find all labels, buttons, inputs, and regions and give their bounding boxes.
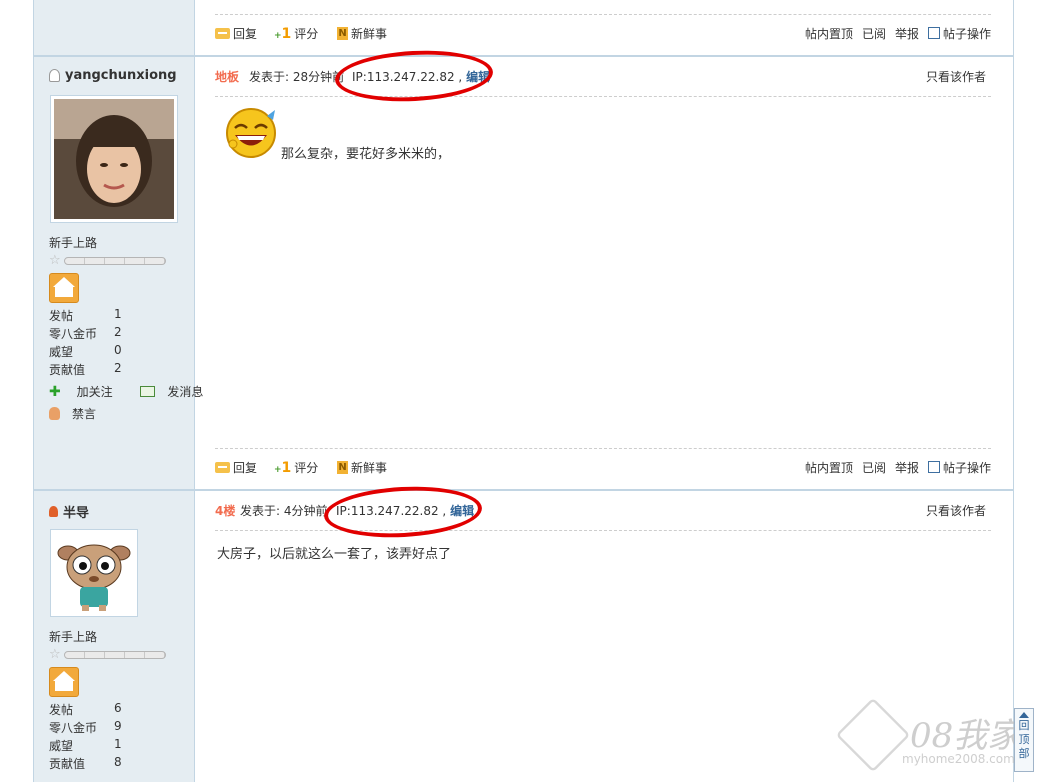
floor-label: 4楼	[215, 504, 236, 518]
report-link[interactable]: 举报	[895, 25, 919, 42]
prev-post-actions: 回复 +1 评分 N 新鲜事 帖内置顶 已阅 举报 帖子操作	[215, 14, 991, 42]
post-ops-checkbox[interactable]: 帖子操作	[927, 459, 991, 476]
news-icon: N	[337, 27, 348, 40]
pin-link[interactable]: 帖内置顶	[805, 459, 853, 476]
plus-one-icon: +1	[274, 459, 292, 476]
checkbox-icon	[927, 461, 940, 473]
only-author-link[interactable]: 只看该作者	[926, 502, 986, 519]
author-sidebar: yangchunxiong 新手上路 ☆ 发帖 1 零八金币 2 威望 0 贡献值	[34, 57, 203, 489]
star-icon: ☆	[49, 647, 61, 662]
reply-button[interactable]: 回复	[215, 459, 257, 476]
user-icon	[49, 506, 58, 517]
stat-row: 零八金币 9	[49, 719, 122, 735]
post-ops-checkbox[interactable]: 帖子操作	[927, 25, 991, 42]
laugh-emoticon-icon	[226, 108, 276, 158]
reply-icon	[215, 462, 230, 473]
checkbox-icon	[927, 27, 940, 39]
home-badge-icon	[49, 273, 79, 303]
stat-row: 威望 1	[49, 737, 122, 753]
floor-label: 地板	[215, 70, 240, 84]
post-time: 发表于: 28分钟前	[249, 70, 345, 84]
news-button[interactable]: N 新鲜事	[337, 459, 387, 476]
rate-button[interactable]: +1 评分	[274, 459, 318, 476]
post-body: 那么复杂，要花好多米米的，	[281, 147, 451, 162]
watermark-brand: 08我家	[910, 716, 1022, 756]
read-link[interactable]: 已阅	[862, 459, 886, 476]
pin-link[interactable]: 帖内置顶	[805, 25, 853, 42]
user-stats: 发帖 6 零八金币 9 威望 1 贡献值 8	[49, 701, 179, 773]
plus-one-icon: +1	[274, 25, 292, 42]
stat-row: 发帖 6	[49, 701, 122, 717]
back-to-top-button[interactable]: 回顶部	[1014, 708, 1034, 772]
rank-bar	[63, 256, 166, 265]
rate-button[interactable]: +1 评分	[274, 25, 318, 42]
hand-icon	[49, 407, 60, 420]
avatar[interactable]	[50, 529, 138, 617]
avatar-photo	[54, 99, 174, 219]
user-rank: 新手上路	[49, 236, 98, 250]
mail-icon	[140, 386, 156, 397]
ban-link[interactable]: 禁言	[49, 405, 108, 422]
star-icon: ☆	[49, 253, 61, 268]
rank-progress: ☆	[49, 253, 166, 268]
rank-progress: ☆	[49, 647, 166, 662]
user-stats: 发帖 1 零八金币 2 威望 0 贡献值 2	[49, 307, 179, 379]
author-sidebar: 半导 新手上路 ☆ 发帖 6 零八金币 9 威望 1 贡献值 8	[34, 491, 195, 782]
home-badge-icon	[49, 667, 79, 697]
user-icon	[49, 69, 60, 82]
thread-board: 回复 +1 评分 N 新鲜事 帖内置顶 已阅 举报 帖子操作 yangchunxio…	[33, 0, 1014, 782]
only-author-link[interactable]: 只看该作者	[926, 68, 986, 85]
news-button[interactable]: N 新鲜事	[337, 25, 387, 42]
stat-row: 贡献值 2	[49, 361, 122, 377]
news-icon: N	[337, 461, 348, 474]
post-admin-links: 帖内置顶 已阅 举报 帖子操作	[805, 459, 991, 476]
avatar-cartoon	[54, 533, 134, 613]
prev-post-sidebar	[34, 0, 195, 55]
plus-icon: ✚	[49, 384, 61, 400]
read-link[interactable]: 已阅	[862, 25, 886, 42]
post-actions: 回复 +1 评分 N 新鲜事 帖内置顶 已阅 举报 帖子操作	[215, 448, 991, 476]
post-content: 地板 发表于: 28分钟前 IP:113.247.22.82 , 编辑 只看该作…	[195, 57, 1013, 489]
watermark-url: myhome2008.com	[902, 752, 1015, 766]
prev-post-content: 回复 +1 评分 N 新鲜事 帖内置顶 已阅 举报 帖子操作	[195, 0, 1013, 55]
stat-row: 发帖 1	[49, 307, 122, 323]
reply-button[interactable]: 回复	[215, 25, 257, 42]
post-body: 大房子，以后就这么一套了，该弄好点了	[217, 547, 452, 562]
author-name[interactable]: 半导	[49, 502, 89, 521]
stat-row: 威望 0	[49, 343, 122, 359]
report-link[interactable]: 举报	[895, 459, 919, 476]
post-time: 发表于: 4分钟前	[240, 504, 328, 518]
post-header: 地板 发表于: 28分钟前 IP:113.247.22.82 , 编辑 只看该作…	[215, 68, 991, 97]
follow-link[interactable]: ✚ 加关注	[49, 384, 125, 400]
author-name[interactable]: yangchunxiong	[49, 68, 177, 83]
rank-bar	[63, 650, 166, 659]
post-admin-links: 帖内置顶 已阅 举报 帖子操作	[805, 25, 991, 42]
reply-icon	[215, 28, 230, 39]
stat-row: 零八金币 2	[49, 325, 122, 341]
avatar[interactable]	[50, 95, 178, 223]
arrow-up-icon	[1019, 712, 1029, 718]
user-rank: 新手上路	[49, 630, 98, 644]
stat-row: 贡献值 8	[49, 755, 122, 771]
